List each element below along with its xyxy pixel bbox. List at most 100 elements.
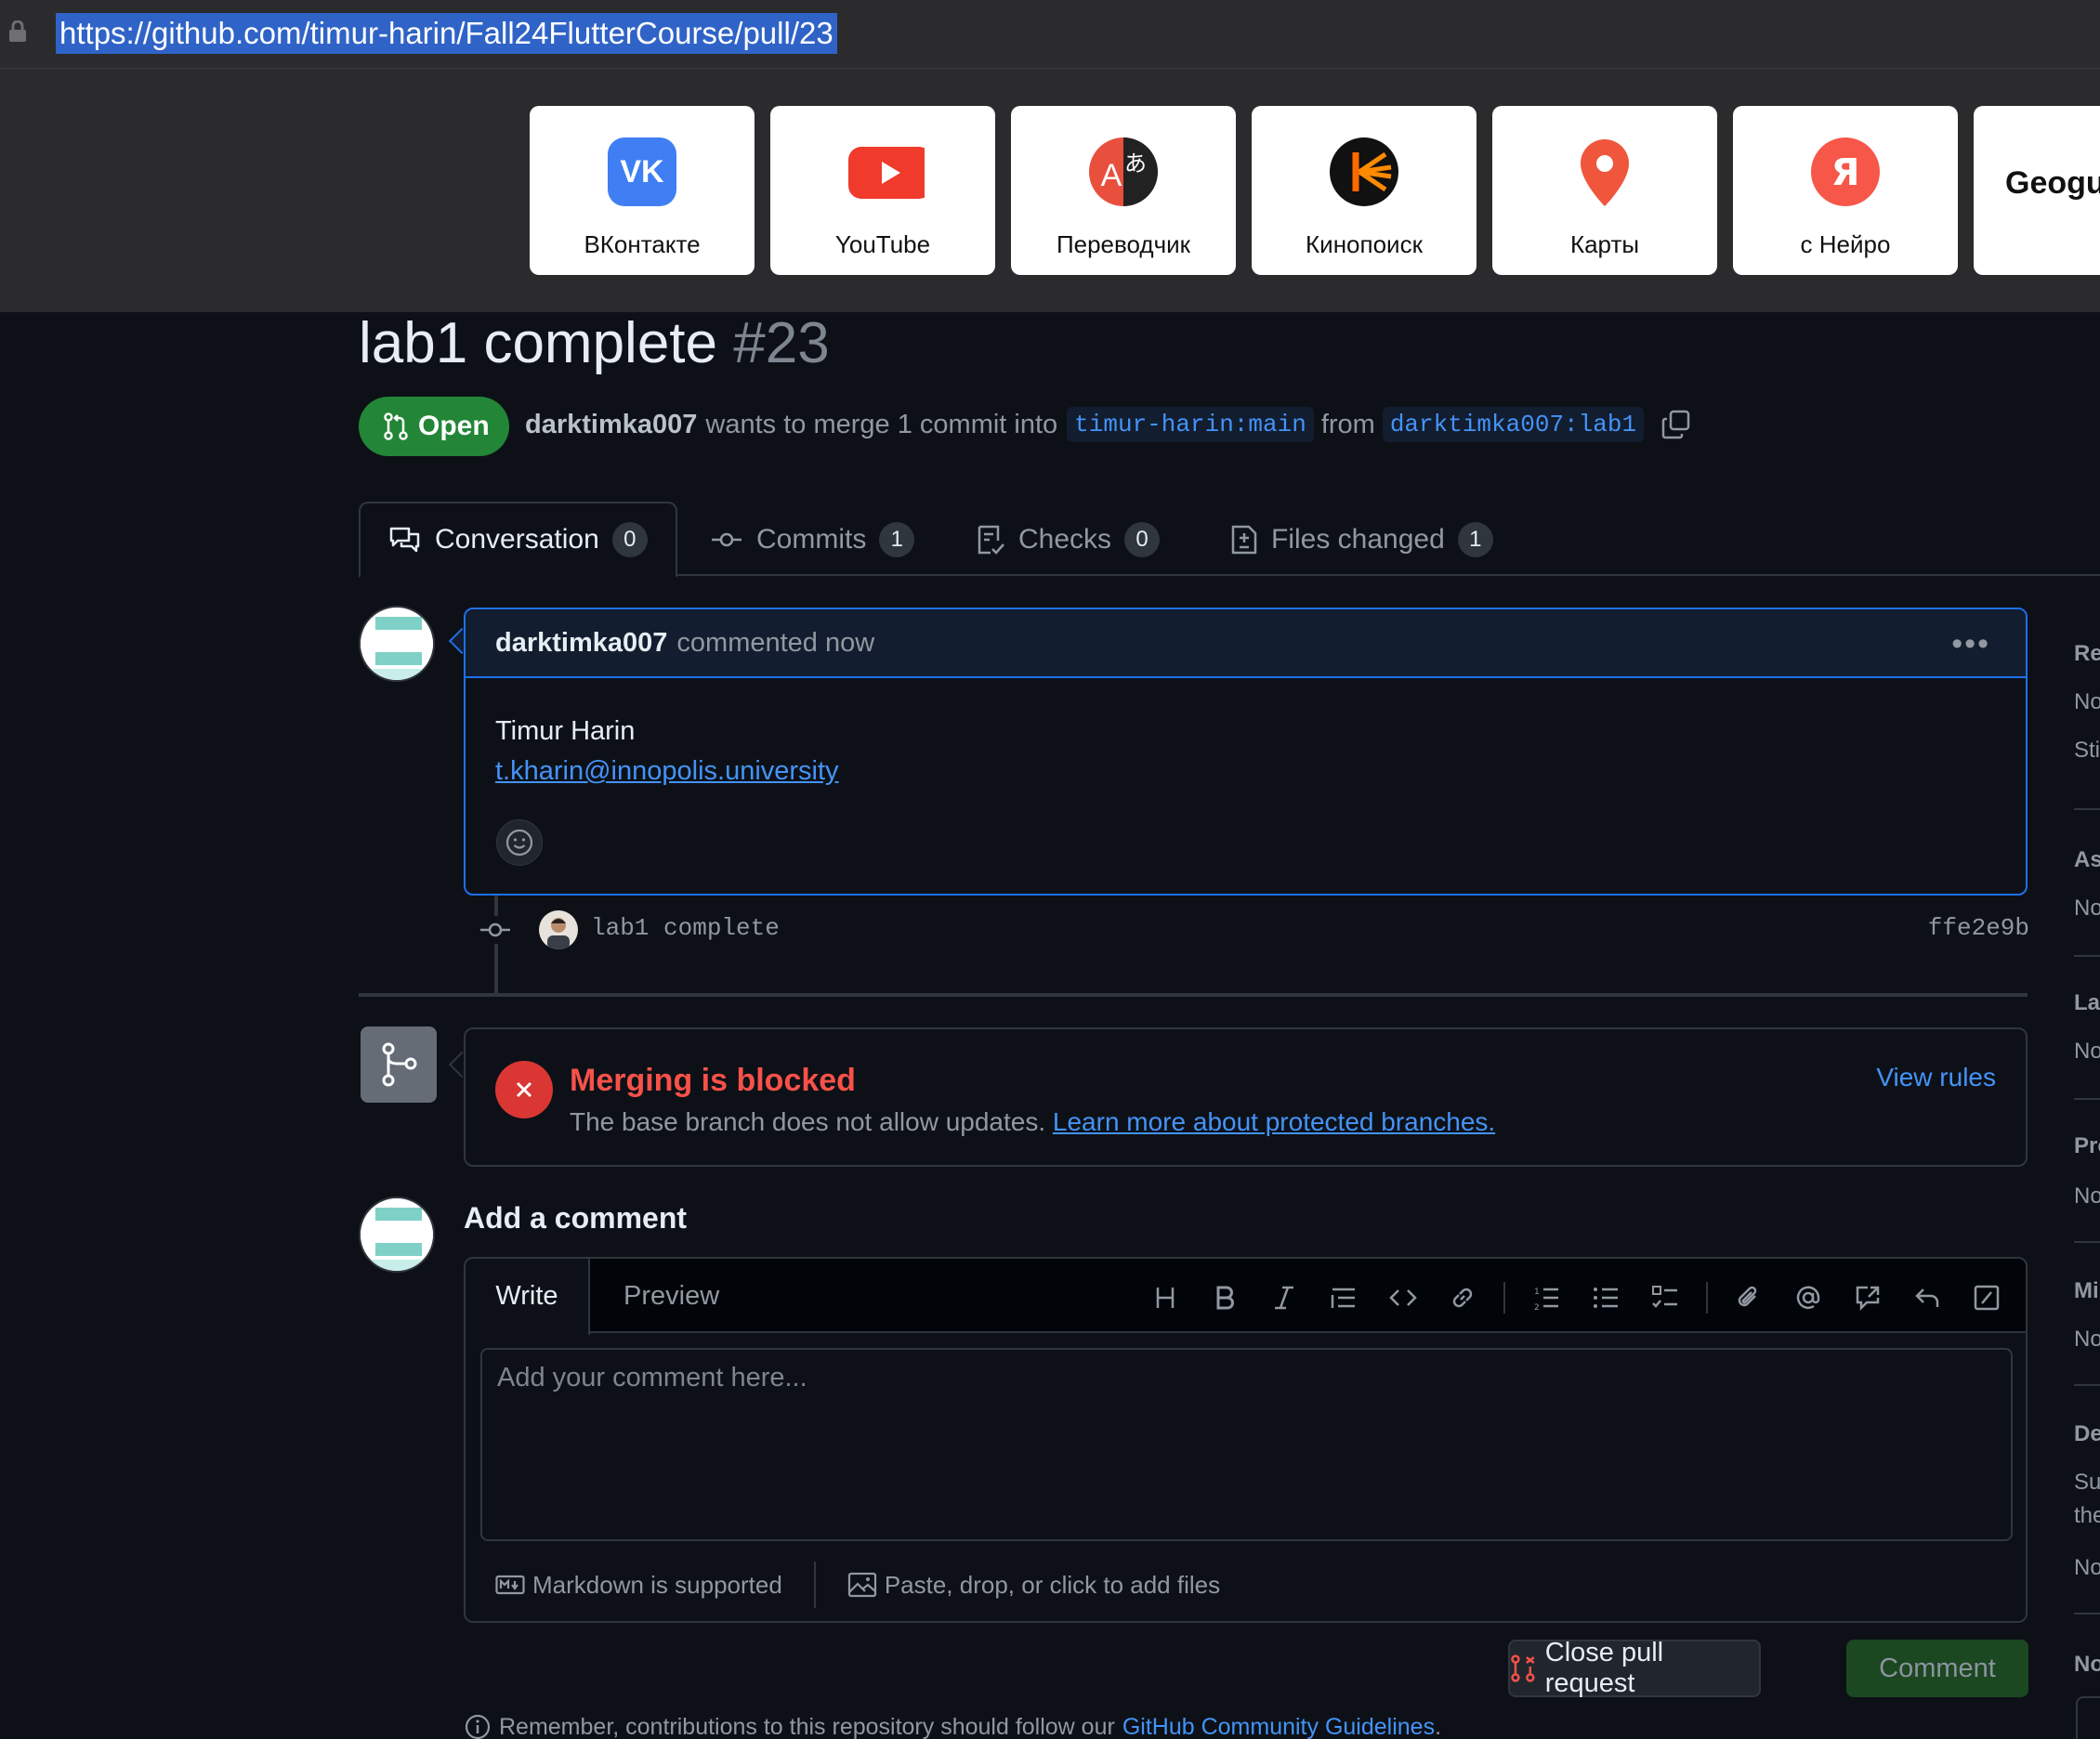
commit-message[interactable]: lab1 complete — [591, 914, 780, 942]
base-branch[interactable]: timur-harin:main — [1067, 407, 1314, 442]
tab-preview[interactable]: Preview — [623, 1259, 719, 1333]
tab-files-changed[interactable]: Files changed 1 — [1230, 502, 1493, 578]
tab-checks[interactable]: Checks 0 — [976, 502, 1161, 578]
speed-dial-tile-geoguessr[interactable]: Geogu — [1974, 106, 2100, 275]
sidebar-projects-value: No — [2074, 1183, 2100, 1209]
contribution-note-end: . — [1435, 1713, 1442, 1739]
markdown-icon — [495, 1575, 525, 1595]
tab-counter: 0 — [1124, 522, 1161, 557]
sidebar-reviewers-note: Stil — [2074, 738, 2100, 763]
tile-label: Кинопоиск — [1306, 230, 1423, 258]
sidebar-projects-heading[interactable]: Pro — [2074, 1133, 2100, 1159]
comment-button[interactable]: Comment — [1846, 1640, 2028, 1697]
cross-reference-icon[interactable] — [1849, 1279, 1886, 1316]
task-list-icon[interactable] — [1647, 1279, 1684, 1316]
comment-textarea[interactable] — [480, 1348, 2013, 1541]
commit-icon — [479, 916, 511, 944]
sidebar-assignees-value: No — [2074, 896, 2100, 921]
url-field[interactable]: https://github.com/timur-harin/Fall24Flu… — [56, 13, 837, 54]
quote-icon[interactable] — [1325, 1279, 1362, 1316]
author-link[interactable]: darktimka007 — [525, 410, 697, 440]
commit-sha[interactable]: ffe2e9b — [1928, 914, 2029, 942]
link-icon[interactable] — [1444, 1279, 1481, 1316]
speed-dial-tile-translate[interactable]: A あ Переводчик — [1011, 106, 1236, 275]
speed-dial-tile-yandex[interactable]: Я с Нейро — [1733, 106, 1958, 275]
comment-box: darktimka007 commented now ••• Timur Har… — [464, 608, 2028, 896]
from-text: from — [1320, 409, 1375, 439]
youtube-icon — [848, 147, 925, 199]
pr-number: #23 — [733, 311, 830, 375]
mention-icon[interactable] — [1790, 1279, 1827, 1316]
pull-request-icon — [384, 412, 408, 440]
sidebar-assignees-heading[interactable]: Ass — [2074, 847, 2100, 873]
code-icon[interactable] — [1385, 1279, 1422, 1316]
view-rules-link[interactable]: View rules — [1876, 1063, 1996, 1092]
italic-icon[interactable] — [1266, 1279, 1303, 1316]
bold-icon[interactable] — [1206, 1279, 1243, 1316]
sidebar-development-note-2: the — [2074, 1503, 2100, 1528]
page-title: lab1 complete #23 — [359, 310, 830, 376]
heading-icon[interactable] — [1147, 1279, 1184, 1316]
close-button-label: Close pull request — [1544, 1638, 1664, 1698]
speed-dial: VK ВКонтакте YouTube A あ Переводчик Кино… — [0, 69, 2100, 312]
add-files-note[interactable]: Paste, drop, or click to add files — [885, 1571, 1220, 1600]
tab-conversation[interactable]: Conversation 0 — [359, 502, 677, 578]
avatar[interactable] — [359, 606, 435, 682]
tile-label: с Нейро — [1800, 230, 1891, 258]
speed-dial-tile-maps[interactable]: Карты — [1492, 106, 1717, 275]
merge-box: Merging is blocked The base branch does … — [464, 1027, 2028, 1167]
more-options-icon[interactable]: ••• — [1951, 626, 1990, 662]
merge-description-text: The base branch does not allow updates. — [570, 1107, 1046, 1136]
svg-text:2: 2 — [1534, 1303, 1540, 1312]
speed-dial-tile-youtube[interactable]: YouTube — [770, 106, 995, 275]
sidebar-milestone-value: No — [2074, 1327, 2100, 1352]
status-badge: Open — [359, 397, 509, 456]
close-pull-request-button[interactable]: Close pull request — [1508, 1638, 1761, 1698]
sidebar-milestone-heading[interactable]: Mil — [2074, 1278, 2100, 1304]
email-link[interactable]: t.kharin@innopolis.university — [495, 756, 839, 786]
contribution-note-text: Remember, contributions to this reposito… — [499, 1713, 1115, 1739]
checklist-icon — [978, 525, 1004, 555]
commit-author-avatar[interactable] — [539, 910, 578, 949]
pr-title-text: lab1 complete — [359, 311, 718, 375]
sidebar-reviewers-heading[interactable]: Rev — [2074, 641, 2100, 667]
tab-label: Checks — [1018, 524, 1112, 555]
yandex-icon: Я — [1811, 137, 1880, 206]
merge-status-icon — [361, 1026, 437, 1103]
tab-write[interactable]: Write — [466, 1259, 590, 1335]
comment-body: Timur Harin t.kharin@innopolis.universit… — [466, 678, 2026, 791]
comment-header: darktimka007 commented now ••• — [466, 609, 2026, 678]
pr-meta: darktimka007 wants to merge 1 commit int… — [525, 407, 1692, 442]
tab-counter: 1 — [879, 522, 915, 557]
tab-counter: 0 — [611, 522, 648, 557]
copy-icon[interactable] — [1660, 409, 1692, 440]
sidebar-divider — [2074, 1098, 2100, 1100]
speed-dial-tile-vk[interactable]: VK ВКонтакте — [530, 106, 755, 275]
sidebar-notifications-heading[interactable]: No — [2074, 1652, 2100, 1678]
add-reaction-button[interactable] — [496, 819, 543, 866]
info-icon — [465, 1714, 491, 1739]
ordered-list-icon[interactable]: 12 — [1528, 1279, 1565, 1316]
attach-icon[interactable] — [1730, 1279, 1767, 1316]
sidebar-divider — [2074, 1241, 2100, 1243]
sidebar-divider — [2074, 955, 2100, 957]
tab-commits[interactable]: Commits 1 — [710, 502, 915, 578]
protected-branches-link[interactable]: Learn more about protected branches. — [1053, 1107, 1495, 1136]
sidebar-labels-heading[interactable]: Lab — [2074, 990, 2100, 1016]
unordered-list-icon[interactable] — [1587, 1279, 1624, 1316]
sidebar-subscribe-button[interactable] — [2076, 1696, 2100, 1739]
image-icon — [847, 1572, 876, 1598]
merge-text: wants to merge 1 commit into — [705, 409, 1058, 439]
comment-author[interactable]: darktimka007 — [495, 628, 667, 659]
contribution-note: Remember, contributions to this reposito… — [464, 1713, 1441, 1739]
slash-command-icon[interactable] — [1968, 1279, 2005, 1316]
community-guidelines-link[interactable]: GitHub Community Guidelines — [1122, 1714, 1435, 1739]
markdown-note[interactable]: Markdown is supported — [532, 1571, 782, 1600]
editor-tabs: Write Preview 12 — [466, 1259, 2026, 1335]
comment-text: Timur Harin — [495, 716, 636, 746]
sidebar-development-heading[interactable]: Dev — [2074, 1421, 2100, 1447]
reply-icon[interactable] — [1909, 1279, 1946, 1316]
head-branch[interactable]: darktimka007:lab1 — [1382, 407, 1645, 442]
speed-dial-tile-kinopoisk[interactable]: Кинопоиск — [1252, 106, 1477, 275]
avatar[interactable] — [359, 1196, 435, 1273]
